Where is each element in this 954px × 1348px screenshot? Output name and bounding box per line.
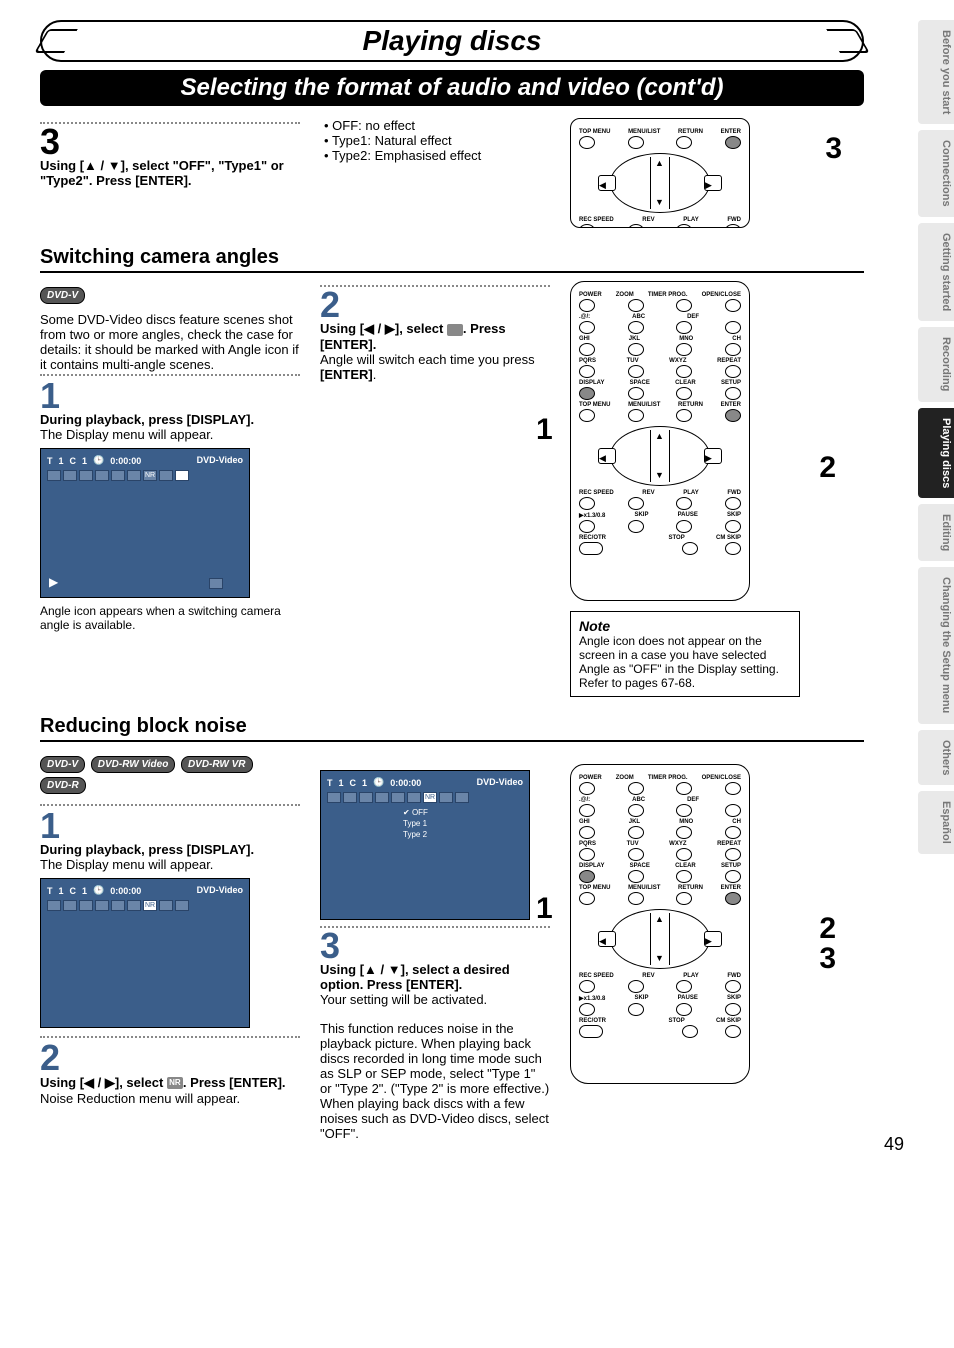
angle-icon: [175, 470, 189, 481]
reduce-step2-num: 2: [40, 1042, 300, 1074]
heading-switching: Switching camera angles: [40, 246, 864, 273]
reduce-step2-plain: Noise Reduction menu will appear.: [40, 1091, 300, 1106]
osd-display-3: T1 C1 🕒0:00:00 DVD-Video NR OFF Type 1 T…: [320, 770, 530, 920]
heading-reducing: Reducing block noise: [40, 715, 864, 742]
tab-others[interactable]: Others: [918, 730, 954, 785]
tab-getting[interactable]: Getting started: [918, 223, 954, 321]
badge-1: DVD-V: [40, 756, 85, 773]
badge-4: DVD-R: [40, 777, 86, 794]
callout-switch-2: 2: [819, 451, 836, 485]
tab-setup[interactable]: Changing the Setup menu: [918, 567, 954, 723]
badge-dvd-v: DVD-V: [40, 287, 85, 304]
switch-step1-plain: The Display menu will appear.: [40, 427, 300, 442]
page-title: Playing discs: [363, 25, 542, 57]
remote-fragment-top: TOP MENUMENU/LISTRETURNENTER ◀ ▶ ▲ ▼ REC…: [570, 118, 750, 228]
callout-reduce-3: 3: [819, 942, 836, 976]
badge-2: DVD-RW Video: [91, 756, 176, 773]
note-body1: Angle icon does not appear on the screen…: [579, 634, 791, 676]
enter-button-2[interactable]: [725, 409, 741, 422]
note-heading: Note: [579, 618, 791, 634]
switch-step2-text: Using [◀ / ▶], select . Press [ENTER].: [320, 321, 550, 352]
switch-step1-bold: During playback, press [DISPLAY].: [40, 412, 300, 427]
note-box: Note Angle icon does not appear on the s…: [570, 611, 800, 697]
angle-caption: Angle icon appears when a switching came…: [40, 604, 300, 632]
side-tabs: Before you start Connections Getting sta…: [918, 20, 954, 854]
dpad[interactable]: ◀ ▶ ▲ ▼: [600, 153, 720, 213]
callout-3: 3: [825, 132, 842, 166]
enter-button[interactable]: [725, 136, 741, 149]
tab-before[interactable]: Before you start: [918, 20, 954, 124]
osd-display-2: T1 C1 🕒0:00:00 DVD-Video NR: [40, 878, 250, 1028]
display-button-2[interactable]: [579, 870, 595, 883]
remote-full-2: POWERZOOMTIMER PROG.OPEN/CLOSE .@/:ABCDE…: [570, 764, 750, 1084]
tab-editing[interactable]: Editing: [918, 504, 954, 561]
tab-playing[interactable]: Playing discs: [918, 408, 954, 498]
page-number: 49: [884, 1134, 904, 1155]
display-button[interactable]: [579, 387, 595, 400]
menu-type1: Type 1: [403, 818, 428, 829]
menu-type2: Type 2: [403, 829, 428, 840]
switch-step2-num: 2: [320, 289, 550, 321]
switch-step1-num: 1: [40, 380, 300, 412]
dpad-3[interactable]: ◀▶▲▼: [600, 909, 720, 969]
enter-button-3[interactable]: [725, 892, 741, 905]
reduce-step3-bold: Using [▲ / ▼], select a desired option. …: [320, 962, 550, 992]
effect-type2: Type2: Emphasised effect: [324, 148, 550, 163]
nr-icon: NR: [167, 1077, 183, 1089]
callout-reduce-1: 1: [536, 892, 553, 926]
remote-full-1: POWERZOOMTIMER PROG.OPEN/CLOSE .@/:ABCDE…: [570, 281, 750, 601]
badge-3: DVD-RW VR: [181, 756, 253, 773]
reduce-para: This function reduces noise in the playb…: [320, 1021, 550, 1141]
reduce-step2-text: Using [◀ / ▶], select NR. Press [ENTER].: [40, 1075, 300, 1091]
reduce-step1-num: 1: [40, 810, 300, 842]
callout-reduce-2: 2: [819, 912, 836, 946]
section-banner: Playing discs: [40, 20, 864, 62]
reduce-step3-plain: Your setting will be activated.: [320, 992, 550, 1007]
effect-off: OFF: no effect: [324, 118, 550, 133]
effect-list: OFF: no effect Type1: Natural effect Typ…: [320, 118, 550, 163]
switch-step2-plain: Angle will switch each time you press [E…: [320, 352, 550, 382]
reduce-step1-plain: The Display menu will appear.: [40, 857, 300, 872]
angle-select-icon: [447, 324, 463, 336]
menu-off: OFF: [403, 807, 428, 818]
dpad-2[interactable]: ◀▶▲▼: [600, 426, 720, 486]
reduce-step1-bold: During playback, press [DISPLAY].: [40, 842, 300, 857]
tab-recording[interactable]: Recording: [918, 327, 954, 401]
tab-espanol[interactable]: Español: [918, 791, 954, 854]
osd-display-1: T1 C1 🕒0:00:00 DVD-Video NR ▶: [40, 448, 250, 598]
note-body2: Refer to pages 67-68.: [579, 676, 791, 690]
step-number-3: 3: [40, 126, 300, 158]
tab-connections[interactable]: Connections: [918, 130, 954, 217]
reduce-step3-num: 3: [320, 930, 550, 962]
switch-intro: Some DVD-Video discs feature scenes shot…: [40, 312, 300, 372]
effect-type1: Type1: Natural effect: [324, 133, 550, 148]
subtitle-bar: Selecting the format of audio and video …: [40, 70, 864, 106]
callout-switch-1: 1: [536, 413, 553, 447]
step3-text: Using [▲ / ▼], select "OFF", "Type1" or …: [40, 158, 300, 188]
